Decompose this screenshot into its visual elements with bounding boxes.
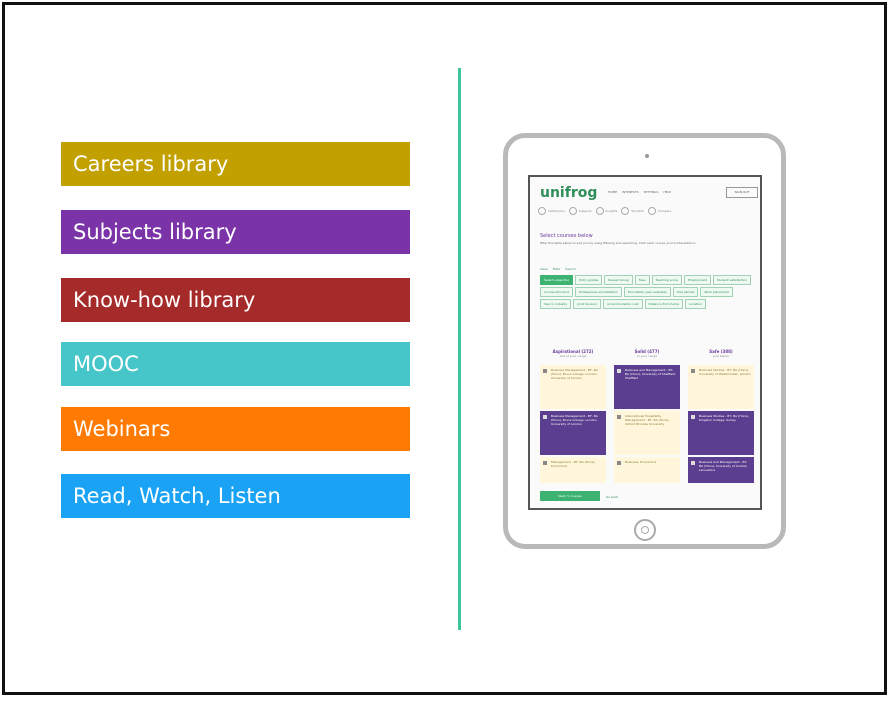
filter-chip[interactable]: Russell Group bbox=[604, 275, 633, 285]
filter-chip[interactable]: Professional accreditation bbox=[575, 287, 622, 297]
vertical-divider bbox=[458, 68, 461, 630]
course-card[interactable]: Business Studies - BT, BA (Hons), Kingst… bbox=[688, 411, 754, 455]
filter-clear-link[interactable]: Clear bbox=[540, 267, 548, 271]
filter-chip[interactable]: Employment bbox=[683, 275, 711, 285]
column-subtitle: Just below bbox=[713, 354, 729, 358]
home-button-icon bbox=[634, 519, 656, 541]
filter-chip[interactable]: Student satisfaction bbox=[712, 275, 751, 285]
filter-chip[interactable]: Entry grades bbox=[575, 275, 603, 285]
nav-interests[interactable]: INTERESTS bbox=[622, 190, 638, 194]
filter-chip[interactable]: Joint honours bbox=[573, 299, 602, 309]
tablet-mockup: unifrog HOME INTERESTS SETTINGS HELP SIG… bbox=[503, 133, 786, 549]
nav-home[interactable]: HOME bbox=[608, 190, 617, 194]
filter-search-link[interactable]: Search bbox=[565, 267, 575, 271]
filter-chip[interactable]: Distance from home bbox=[644, 299, 684, 309]
step-circle-icon bbox=[647, 207, 656, 215]
signout-button[interactable]: SIGN OUT bbox=[726, 187, 758, 198]
step-circle-icon bbox=[568, 207, 577, 215]
filter-chip[interactable]: Fees bbox=[634, 275, 650, 285]
column-header: Safe (388) Just below bbox=[688, 349, 754, 358]
filter-chips: Select subject(s) Entry grades Russell Gro… bbox=[540, 275, 755, 309]
unifrog-logo: unifrog bbox=[540, 185, 598, 201]
filter-chip[interactable]: Year in industry bbox=[540, 299, 572, 309]
back-link[interactable]: Go back bbox=[606, 495, 618, 499]
filter-filter-link[interactable]: Filter bbox=[553, 267, 560, 271]
step-shortlist[interactable]: Shortlist bbox=[621, 207, 644, 215]
top-nav: HOME INTERESTS SETTINGS HELP bbox=[608, 190, 671, 194]
menu-item-know-how-library[interactable]: Know-how library bbox=[61, 278, 410, 322]
section-description: Filter the table below to suit you by us… bbox=[540, 241, 697, 245]
progress-steps: Institutions Subjects Insights Shortlist… bbox=[538, 207, 671, 215]
camera-icon bbox=[645, 154, 649, 158]
course-card[interactable]: Business Studies - BT, BA (Hons), Univer… bbox=[688, 365, 754, 409]
menu-item-careers-library[interactable]: Careers library bbox=[61, 142, 410, 186]
column-subtitle: Out of your range bbox=[559, 354, 587, 358]
course-card[interactable]: Management - BT, BA (Hons), Economics bbox=[540, 457, 606, 483]
nav-settings[interactable]: SETTINGS bbox=[644, 190, 659, 194]
filter-chip[interactable]: Location bbox=[685, 299, 706, 309]
step-compare[interactable]: Compare bbox=[647, 207, 671, 215]
course-card[interactable]: Business and Management - BT, BA (Hons),… bbox=[614, 365, 680, 409]
filter-chip[interactable]: Work placement bbox=[700, 287, 733, 297]
tablet-screen: unifrog HOME INTERESTS SETTINGS HELP SIG… bbox=[528, 175, 762, 510]
menu-item-read-watch-listen[interactable]: Read, Watch, Listen bbox=[61, 474, 410, 518]
step-institutions[interactable]: Institutions bbox=[538, 207, 565, 215]
course-card[interactable]: International Hospitality Management - B… bbox=[614, 411, 680, 455]
step-circle-icon bbox=[621, 207, 630, 215]
course-card[interactable]: Business, Economics bbox=[614, 457, 680, 483]
step-subjects[interactable]: Subjects bbox=[568, 207, 592, 215]
column-header: Solid (477) In your range bbox=[614, 349, 680, 358]
filter-chip[interactable]: Year abroad bbox=[672, 287, 699, 297]
menu-item-subjects-library[interactable]: Subjects library bbox=[61, 210, 410, 254]
column-header: Aspirational (272) Out of your range bbox=[540, 349, 606, 358]
filter-chip[interactable]: Select subject(s) bbox=[540, 275, 573, 285]
filter-chip[interactable]: Foundation year available bbox=[623, 287, 671, 297]
filter-chip[interactable]: Accommodation cost bbox=[603, 299, 643, 309]
column-subtitle: In your range bbox=[636, 354, 658, 358]
filter-links: Clear Filter Search bbox=[540, 267, 576, 271]
step-insights[interactable]: Insights bbox=[595, 207, 617, 215]
section-title: Select courses below bbox=[540, 233, 593, 239]
menu-item-webinars[interactable]: Webinars bbox=[61, 407, 410, 451]
menu-item-mooc[interactable]: MOOC bbox=[61, 342, 410, 386]
step-circle-icon bbox=[595, 207, 604, 215]
next-button[interactable]: Next: 5 courses bbox=[540, 491, 600, 501]
course-card[interactable]: Business Management - BT, BA (Hons), Bru… bbox=[540, 365, 606, 409]
filter-chip[interactable]: Teaching score bbox=[651, 275, 682, 285]
course-card[interactable]: Business and Management - BT, BA (Hons),… bbox=[688, 457, 754, 483]
course-card[interactable]: Business Management - BT, BA (Hons), Bru… bbox=[540, 411, 606, 455]
nav-help[interactable]: HELP bbox=[663, 190, 671, 194]
step-circle-icon bbox=[538, 207, 546, 215]
filter-chip[interactable]: Course structure bbox=[540, 287, 574, 297]
